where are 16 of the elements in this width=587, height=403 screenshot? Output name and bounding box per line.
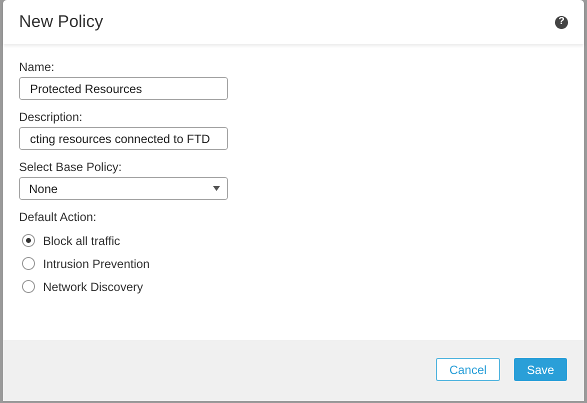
field-label: Name: [19,60,56,74]
dialog-title: New Policy [19,11,104,34]
input-field[interactable]: cting resources connected to FTD [19,127,228,150]
caret-icon [213,186,220,191]
radio-button[interactable] [22,257,35,270]
field-label: Description: [19,110,84,124]
help-icon[interactable]: ? [555,16,568,28]
radio-label: Intrusion Prevention [43,256,150,272]
radio-label: Network Discovery [43,278,144,296]
field-label: Default Action: [19,210,98,224]
input-field[interactable]: Protected Resources [19,77,228,100]
radio-label: Block all traffic [43,232,120,250]
radio-button[interactable] [22,234,35,247]
field-label: Select Base Policy: [19,160,123,174]
base-policy-dropdown[interactable]: None [19,177,228,200]
radio-button[interactable] [22,280,35,293]
